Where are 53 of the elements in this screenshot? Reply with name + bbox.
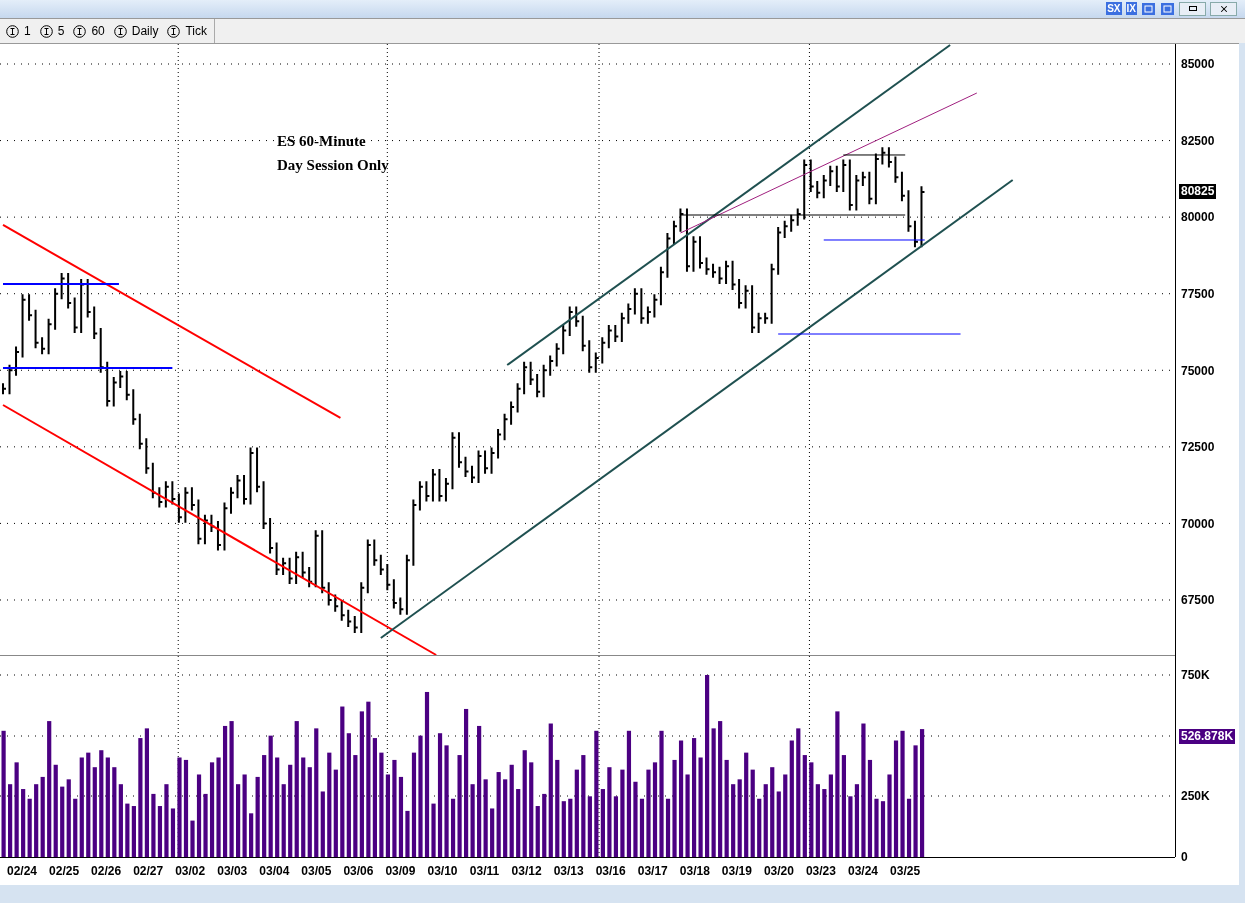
close-icon [1218, 3, 1229, 14]
axis-label: 75000 [1181, 363, 1215, 378]
window-tool-button[interactable]: IX [1125, 2, 1137, 16]
axis-label: 67500 [1181, 593, 1215, 608]
interval-button[interactable]: 1 [6, 22, 31, 40]
circle-i-icon [113, 24, 127, 38]
circle-i-icon [73, 24, 87, 38]
interval-button[interactable]: 60 [73, 22, 105, 40]
minimize-button[interactable] [1179, 1, 1206, 16]
date-label: 03/02 [174, 864, 207, 879]
date-label: 03/19 [720, 864, 753, 879]
axis-label: 750K [1181, 668, 1210, 683]
date-label: 03/11 [468, 864, 501, 879]
axis-label: 70000 [1181, 516, 1215, 531]
interval-button[interactable]: Tick [167, 22, 207, 40]
axis-label: 0 [1181, 850, 1188, 865]
date-label: 03/24 [847, 864, 879, 879]
date-label: 03/12 [510, 864, 543, 879]
last-price-label: 80825 [1179, 184, 1217, 200]
date-label: 02/25 [48, 864, 81, 879]
date-label: 02/26 [90, 864, 123, 879]
interval-button[interactable]: 5 [39, 22, 65, 40]
date-label: 03/16 [594, 864, 627, 879]
date-label: 03/05 [300, 864, 333, 879]
date-label: 03/20 [762, 864, 795, 879]
axis-label: 85000 [1181, 57, 1215, 72]
date-label: 03/09 [384, 864, 417, 879]
axis-label: 80000 [1181, 210, 1215, 225]
axis-label: 77500 [1181, 287, 1215, 301]
axis-label: 72500 [1181, 440, 1215, 455]
circle-i-icon [39, 24, 53, 38]
last-volume-label: 526.878K [1179, 729, 1236, 745]
date-label: 02/27 [132, 864, 165, 879]
chart-note: Day Session Only [277, 156, 389, 175]
date-label: 02/24 [6, 864, 38, 879]
axis-label: 82500 [1181, 133, 1215, 148]
axis-label: 250K [1181, 789, 1210, 804]
circle-i-icon [167, 24, 181, 38]
date-label: 03/10 [426, 864, 459, 879]
window-tool-button[interactable]: SX [1106, 2, 1122, 16]
interval-button[interactable]: Daily [113, 22, 159, 40]
date-label: 03/13 [552, 864, 585, 879]
date-label: 03/23 [804, 864, 837, 879]
date-label: 03/04 [258, 864, 291, 879]
date-label: 03/17 [636, 864, 669, 879]
date-label: 03/06 [342, 864, 375, 879]
chart-note: ES 60-Minute [277, 132, 367, 151]
window-layout-icon[interactable] [1141, 1, 1175, 16]
circle-i-icon [6, 24, 19, 38]
date-label: 03/25 [889, 864, 922, 879]
date-label: 03/03 [216, 864, 249, 879]
close-button[interactable] [1210, 1, 1237, 16]
date-label: 03/18 [678, 864, 711, 879]
